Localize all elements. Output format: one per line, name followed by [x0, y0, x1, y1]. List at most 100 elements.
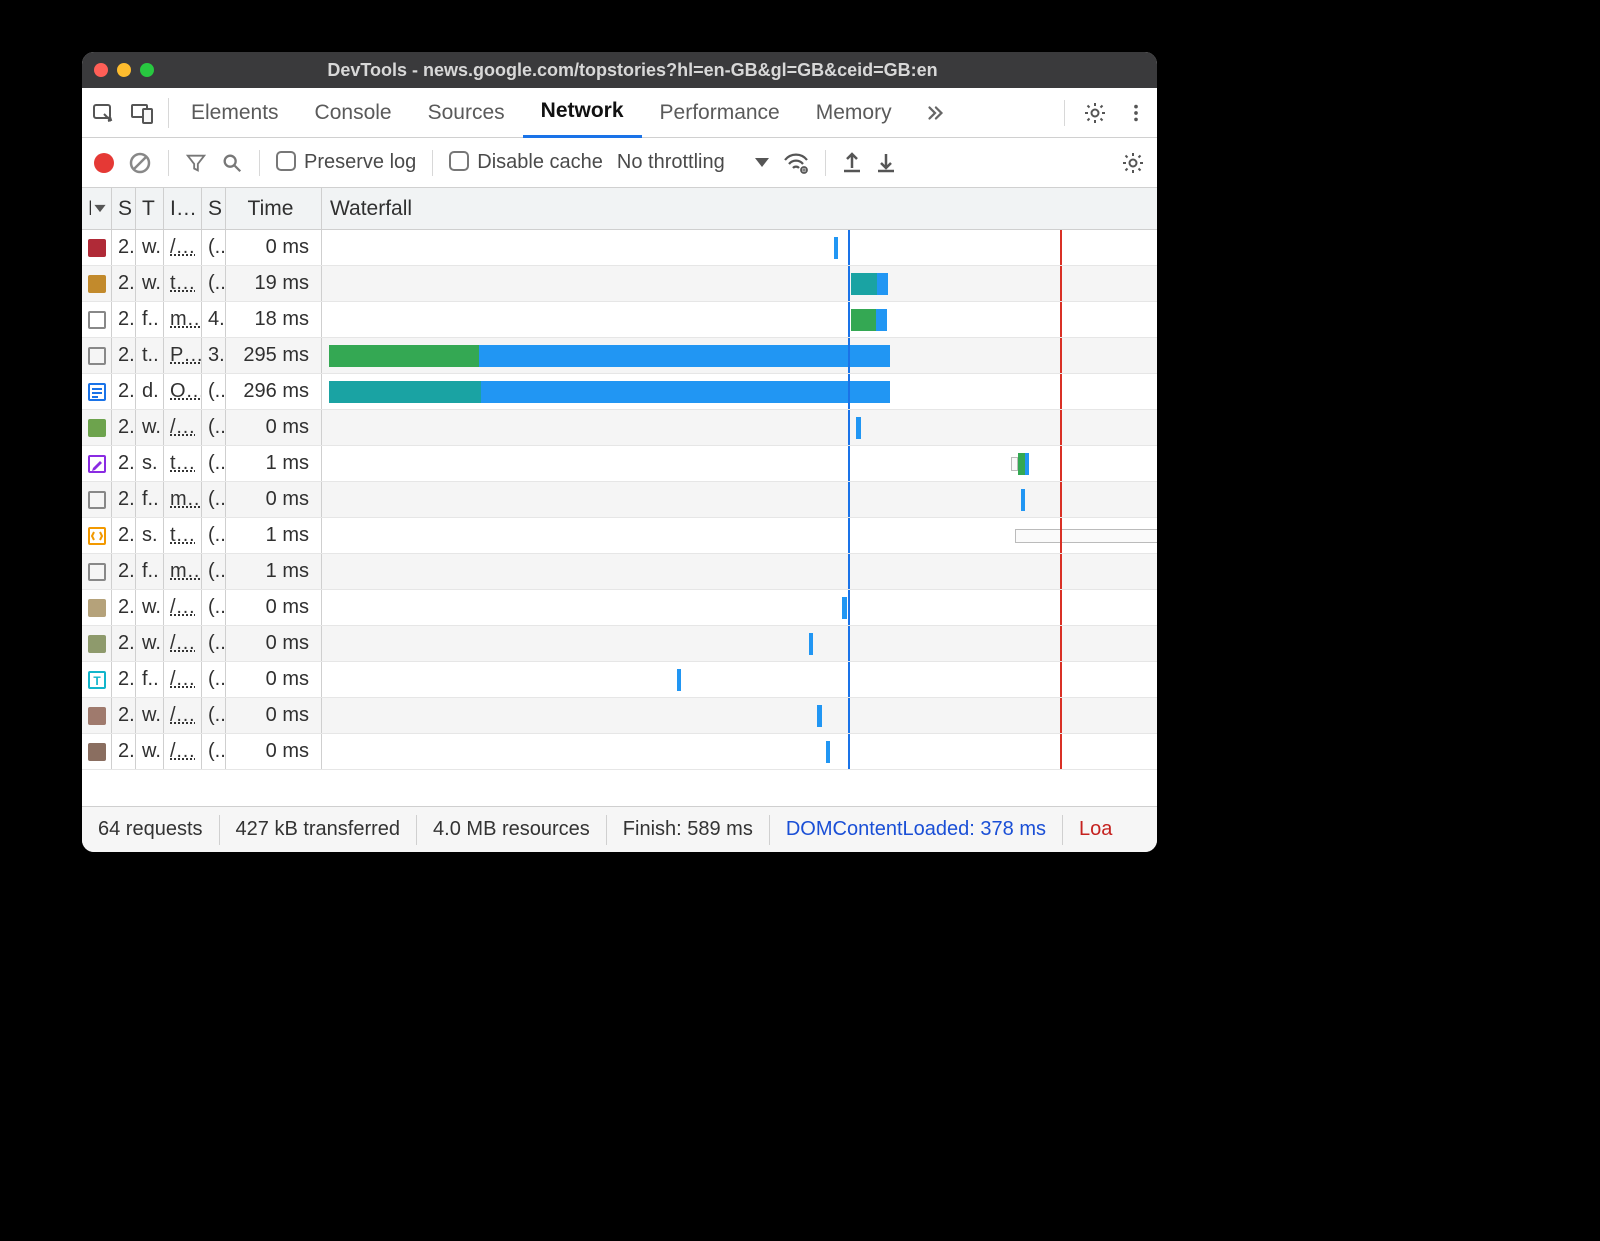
tab-network[interactable]: Network: [523, 88, 642, 138]
table-row[interactable]: 2.w./…(..0 ms: [82, 698, 1157, 734]
close-button[interactable]: [94, 63, 108, 77]
preserve-log-checkbox[interactable]: Preserve log: [276, 151, 416, 174]
traffic-lights: [94, 63, 154, 77]
settings-gear-icon[interactable]: [1083, 101, 1107, 125]
cell-initiator[interactable]: t…: [164, 446, 202, 481]
dcl-marker-line: [848, 698, 850, 733]
network-settings-gear-icon[interactable]: [1121, 151, 1145, 175]
cell-initiator[interactable]: /…: [164, 410, 202, 445]
cell-initiator[interactable]: t…: [164, 518, 202, 553]
image-thumb-icon: [88, 419, 106, 437]
cell-initiator[interactable]: m…: [164, 302, 202, 337]
table-row[interactable]: T2.f../…(..0 ms: [82, 662, 1157, 698]
cell-initiator[interactable]: O…: [164, 374, 202, 409]
waterfall-segment: [834, 237, 838, 259]
table-row[interactable]: 2.w./…(..0 ms: [82, 410, 1157, 446]
cell-type: w.: [136, 590, 164, 625]
search-icon[interactable]: [221, 152, 243, 174]
col-waterfall[interactable]: Waterfall: [322, 188, 1157, 229]
cell-type: w.: [136, 230, 164, 265]
table-row[interactable]: 2.w.t…(..19 ms: [82, 266, 1157, 302]
cell-initiator[interactable]: /…: [164, 230, 202, 265]
cell-initiator[interactable]: t…: [164, 266, 202, 301]
status-finish: Finish: 589 ms: [607, 815, 770, 845]
cell-status: 2.: [112, 554, 136, 589]
tab-memory[interactable]: Memory: [798, 88, 910, 138]
cell-type: w.: [136, 626, 164, 661]
col-time[interactable]: Time: [226, 188, 322, 229]
fullscreen-button[interactable]: [140, 63, 154, 77]
load-marker-line: [1060, 446, 1062, 481]
throttling-select[interactable]: No throttling: [617, 151, 769, 174]
table-row[interactable]: 2.w./…(..0 ms: [82, 230, 1157, 266]
cell-type: w.: [136, 410, 164, 445]
network-conditions-icon[interactable]: [783, 152, 809, 174]
cell-status: 2.: [112, 338, 136, 373]
kebab-menu-icon[interactable]: [1125, 102, 1147, 124]
network-table-body[interactable]: 2.w./…(..0 ms2.w.t…(..19 ms2.f..m…4.18 m…: [82, 230, 1157, 806]
load-marker-line: [1060, 374, 1062, 409]
cell-initiator[interactable]: /…: [164, 734, 202, 769]
cell-waterfall: [322, 410, 1157, 445]
table-row[interactable]: 2.f..m…(..0 ms: [82, 482, 1157, 518]
col-status[interactable]: S: [112, 188, 136, 229]
table-row[interactable]: 2.w./…(..0 ms: [82, 590, 1157, 626]
col-initiator[interactable]: I…: [164, 188, 202, 229]
record-button[interactable]: [94, 153, 114, 173]
cell-initiator[interactable]: /…: [164, 698, 202, 733]
cell-size: (..: [202, 626, 226, 661]
cell-status: 2.: [112, 302, 136, 337]
cell-size: (..: [202, 554, 226, 589]
table-row[interactable]: 2.t..P…3.295 ms: [82, 338, 1157, 374]
cell-size: (..: [202, 734, 226, 769]
cell-time: 0 ms: [226, 230, 322, 265]
tab-performance[interactable]: Performance: [642, 88, 798, 138]
minimize-button[interactable]: [117, 63, 131, 77]
tab-elements[interactable]: Elements: [173, 88, 297, 138]
disable-cache-checkbox[interactable]: Disable cache: [449, 151, 603, 174]
inspect-element-icon[interactable]: [92, 101, 116, 125]
cell-waterfall: [322, 266, 1157, 301]
col-type[interactable]: T: [136, 188, 164, 229]
cell-initiator[interactable]: /…: [164, 662, 202, 697]
more-tabs-icon[interactable]: [914, 102, 956, 124]
cell-initiator[interactable]: P…: [164, 338, 202, 373]
throttling-label: No throttling: [617, 151, 725, 174]
col-size[interactable]: S: [202, 188, 226, 229]
table-row[interactable]: 2.f..m…4.18 ms: [82, 302, 1157, 338]
cell-initiator[interactable]: m…: [164, 482, 202, 517]
cell-name: [82, 230, 112, 265]
document-icon: [88, 563, 106, 581]
table-row[interactable]: 2.s.t…(..1 ms: [82, 446, 1157, 482]
cell-type: w.: [136, 266, 164, 301]
cell-type: t..: [136, 338, 164, 373]
titlebar: DevTools - news.google.com/topstories?hl…: [82, 52, 1157, 88]
cell-initiator[interactable]: m…: [164, 554, 202, 589]
cell-initiator[interactable]: /…: [164, 626, 202, 661]
table-row[interactable]: 2.f..m…(..1 ms: [82, 554, 1157, 590]
tab-console[interactable]: Console: [297, 88, 410, 138]
export-har-icon[interactable]: [876, 152, 896, 174]
load-marker-line: [1060, 554, 1062, 589]
image-thumb-icon: [88, 275, 106, 293]
table-row[interactable]: 2.s.t…(..1 ms: [82, 518, 1157, 554]
tab-sources[interactable]: Sources: [410, 88, 523, 138]
cell-time: 0 ms: [226, 662, 322, 697]
device-toggle-icon[interactable]: [130, 101, 154, 125]
table-row[interactable]: 2.d.O…(..296 ms: [82, 374, 1157, 410]
cell-status: 2.: [112, 590, 136, 625]
col-name[interactable]: N: [82, 188, 112, 229]
import-har-icon[interactable]: [842, 152, 862, 174]
image-thumb-icon: [88, 635, 106, 653]
filter-icon[interactable]: [185, 152, 207, 174]
clear-button[interactable]: [128, 151, 152, 175]
load-marker-line: [1060, 266, 1062, 301]
disable-cache-label: Disable cache: [477, 151, 603, 173]
cell-initiator[interactable]: /…: [164, 590, 202, 625]
table-row[interactable]: 2.w./…(..0 ms: [82, 734, 1157, 770]
cell-name: [82, 374, 112, 409]
waterfall-segment: [809, 633, 813, 655]
table-row[interactable]: 2.w./…(..0 ms: [82, 626, 1157, 662]
image-thumb-icon: [88, 239, 106, 257]
waterfall-segment: [479, 345, 890, 367]
